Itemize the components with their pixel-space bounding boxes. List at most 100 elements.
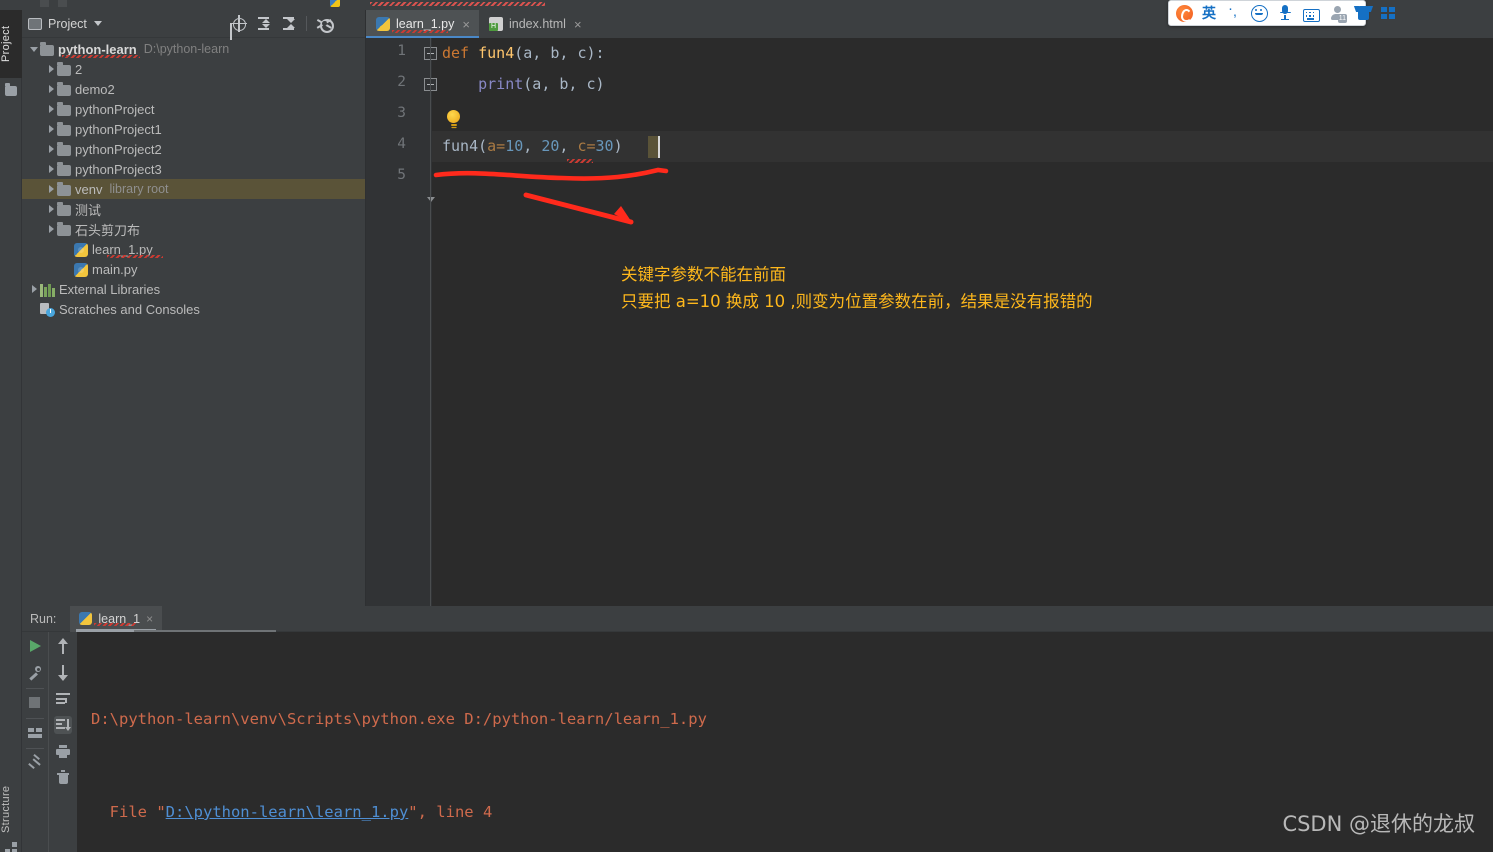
- expand-all-icon[interactable]: [256, 16, 271, 31]
- python-file-icon: [74, 262, 88, 277]
- tree-node-demo2[interactable]: demo2: [22, 79, 365, 99]
- library-icon: [40, 283, 55, 297]
- tree-node-label: pythonProject3: [75, 161, 162, 177]
- python-file-icon: [330, 0, 340, 7]
- console-file-link[interactable]: D:\python-learn\learn_1.py: [166, 803, 409, 821]
- chevron-right-icon[interactable]: [45, 119, 57, 139]
- user-icon[interactable]: 11: [1329, 5, 1347, 23]
- toolbar-divider: [26, 688, 44, 689]
- tree-node-pythonProject1[interactable]: pythonProject1: [22, 119, 365, 139]
- sogou-logo-icon[interactable]: [1176, 4, 1193, 22]
- editor-tab-label: index.html: [508, 17, 566, 31]
- smiley-icon[interactable]: [1251, 4, 1268, 22]
- run-tab-learn1[interactable]: learn_1 ×: [70, 605, 163, 632]
- arrow-up-icon[interactable]: [54, 638, 72, 656]
- soft-wrap-icon[interactable]: [54, 690, 72, 708]
- console-file-suffix: ", line 4: [408, 803, 493, 821]
- console-command-line: D:\python-learn\venv\Scripts\python.exe …: [91, 710, 707, 728]
- chevron-right-icon[interactable]: [45, 179, 57, 199]
- keyboard-icon[interactable]: [1303, 8, 1320, 22]
- chevron-right-icon[interactable]: [45, 159, 57, 179]
- tree-node-label: main.py: [92, 261, 138, 277]
- run-left-toolbar: [22, 632, 48, 852]
- run-icon[interactable]: [26, 638, 44, 656]
- editor-gutter: 1 2 3 4 5: [366, 38, 437, 606]
- lightbulb-icon[interactable]: [447, 110, 460, 126]
- run-panel-header: Run: learn_1 ×: [22, 605, 1493, 633]
- tree-node-pythonProject2[interactable]: pythonProject2: [22, 139, 365, 159]
- project-panel-header: Project: [22, 10, 365, 38]
- chevron-right-icon[interactable]: [45, 219, 57, 239]
- toolbar-divider: [306, 16, 307, 31]
- python-file-icon: [79, 612, 93, 625]
- sidebar-tab-structure[interactable]: Structure: [0, 772, 22, 846]
- chevron-right-icon[interactable]: [45, 139, 57, 159]
- editor-code-area[interactable]: 1 2 3 4 5 def fun4(a, b, c): print(a, b,…: [366, 38, 1493, 606]
- structure-icon[interactable]: [5, 842, 17, 852]
- arrow-down-icon[interactable]: [54, 664, 72, 682]
- tree-node-[interactable]: 石头剪刀布: [22, 219, 365, 239]
- close-icon[interactable]: ×: [462, 18, 470, 31]
- trash-icon[interactable]: [54, 768, 72, 786]
- toolbar-divider: [26, 748, 44, 749]
- run-tool-window: Run: learn_1 × D:\python-learn\venv\Scri…: [22, 605, 1493, 852]
- tree-node-[interactable]: 测试: [22, 199, 365, 219]
- code-text[interactable]: def fun4(a, b, c): print(a, b, c) fun4(a…: [432, 38, 1493, 606]
- pin-icon[interactable]: [26, 754, 44, 772]
- skin-icon[interactable]: [1353, 5, 1374, 22]
- pycharm-window: Project Structure Project python-learn D:…: [0, 0, 1493, 852]
- tree-node-learn_1py[interactable]: learn_1.py: [22, 239, 365, 259]
- project-tree: python-learn D:\python-learn 2 demo2 pythonP…: [22, 38, 365, 319]
- apps-icon[interactable]: [1381, 5, 1398, 22]
- gear-icon[interactable]: [316, 16, 334, 33]
- folder-icon[interactable]: [5, 83, 17, 96]
- print-icon[interactable]: [54, 742, 72, 760]
- sidebar-tab-project[interactable]: Project: [0, 10, 22, 78]
- close-icon[interactable]: ×: [574, 18, 582, 31]
- chevron-right-icon[interactable]: [45, 79, 57, 99]
- python-file-icon: [376, 17, 390, 31]
- run-console-output[interactable]: D:\python-learn\venv\Scripts\python.exe …: [77, 632, 1493, 852]
- layout-icon[interactable]: [26, 724, 44, 742]
- collapse-all-icon[interactable]: [281, 16, 296, 31]
- tree-node-pythonProject[interactable]: pythonProject: [22, 99, 365, 119]
- project-panel-title: Project: [48, 16, 87, 31]
- chevron-right-icon[interactable]: [45, 99, 57, 119]
- chevron-right-icon[interactable]: [45, 59, 57, 79]
- folder-icon: [57, 141, 71, 156]
- annotation-line-2: 只要把 a=10 换成 10 ,则变为位置参数在前，结果是没有报错的: [621, 292, 1093, 311]
- chevron-down-icon[interactable]: [93, 21, 102, 26]
- tree-node-hint: D:\python-learn: [143, 42, 230, 56]
- wrench-icon[interactable]: [26, 664, 44, 682]
- folder-icon: [57, 61, 71, 76]
- editor-tab-learn1py[interactable]: learn_1.py ×: [366, 10, 479, 38]
- editor-tab-indexhtml[interactable]: index.html ×: [479, 10, 591, 38]
- ime-mode-label[interactable]: 英: [1202, 3, 1216, 23]
- code-line-2: print(a, b, c): [478, 75, 605, 93]
- microphone-icon[interactable]: [1277, 4, 1294, 22]
- chevron-down-icon[interactable]: [28, 39, 40, 59]
- close-icon[interactable]: ×: [146, 612, 153, 626]
- tree-node-ScratchesandConsoles[interactable]: Scratches and Consoles: [22, 299, 365, 319]
- tree-node-label: 测试: [75, 202, 102, 218]
- tree-node-mainpy[interactable]: main.py: [22, 259, 365, 279]
- python-file-icon: [74, 242, 88, 257]
- punctuation-icon[interactable]: [1225, 1, 1242, 22]
- locate-icon[interactable]: [230, 15, 247, 32]
- tree-node-ExternalLibraries[interactable]: External Libraries: [22, 279, 365, 299]
- chevron-right-icon[interactable]: [45, 199, 57, 219]
- chevron-right-icon[interactable]: [28, 279, 40, 299]
- minimize-icon[interactable]: [342, 16, 357, 31]
- run-panel-body: D:\python-learn\venv\Scripts\python.exe …: [22, 632, 1493, 852]
- stop-icon[interactable]: [26, 694, 44, 712]
- tree-node-venv[interactable]: venv library root: [22, 179, 365, 199]
- scroll-to-end-icon[interactable]: [54, 716, 72, 734]
- folder-icon: [57, 201, 71, 216]
- tree-node-pythonProject3[interactable]: pythonProject3: [22, 159, 365, 179]
- tree-node-2[interactable]: 2: [22, 59, 365, 79]
- line-number: 1: [397, 43, 406, 59]
- tree-node-pythonlearn[interactable]: python-learn D:\python-learn: [22, 39, 365, 59]
- project-window-icon: [28, 17, 42, 30]
